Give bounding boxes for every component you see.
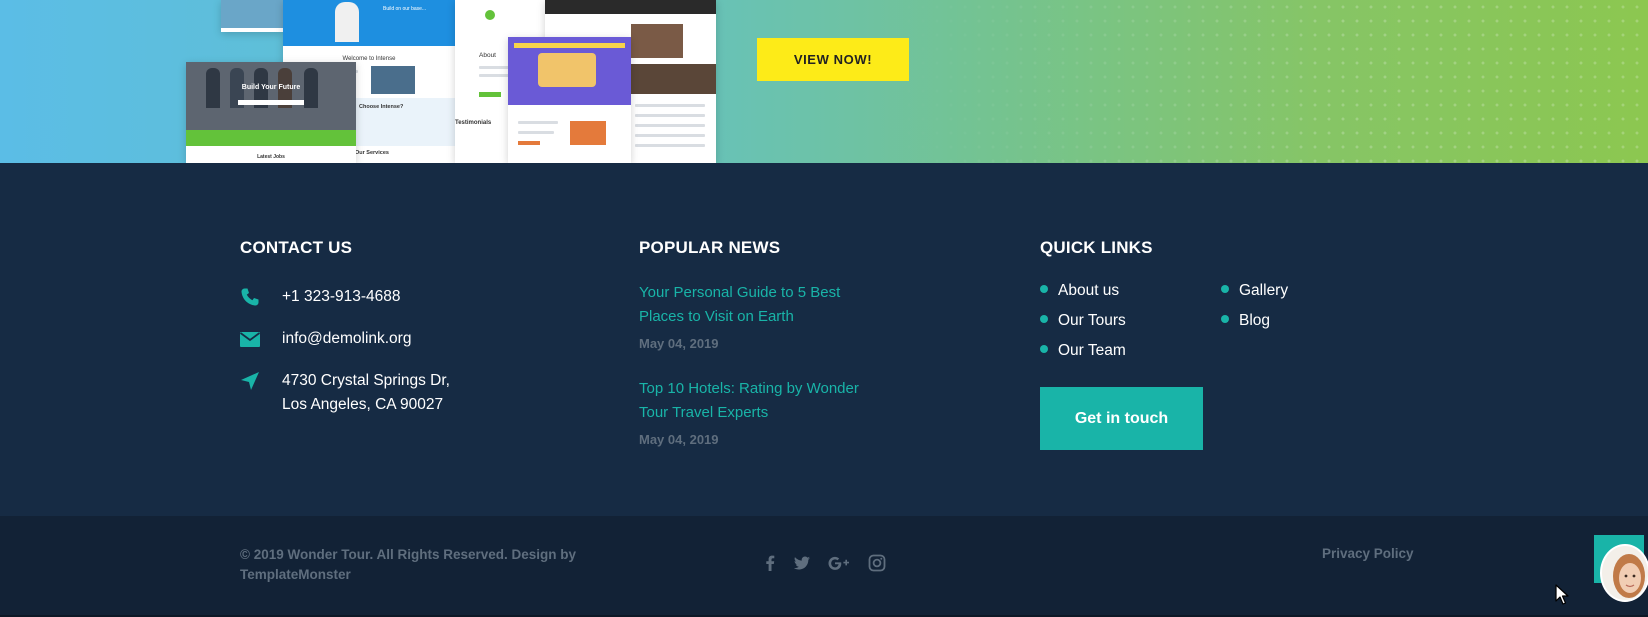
news-item-title[interactable]: Top 10 Hotels: Rating by Wonder Tour Tra… [639, 377, 869, 425]
quick-link-our-team[interactable]: Our Team [1040, 341, 1126, 361]
support-agent-avatar-icon [1602, 546, 1648, 600]
news-item-date: May 04, 2019 [639, 336, 719, 351]
footer-bottom-bar: © 2019 Wonder Tour. All Rights Reserved.… [0, 516, 1648, 617]
news-item-date: May 04, 2019 [639, 432, 719, 447]
location-arrow-icon [241, 372, 259, 390]
bullet-dot [1040, 345, 1048, 353]
quick-links-title: QUICK LINKS [1040, 238, 1153, 257]
quick-link-label: About us [1058, 282, 1120, 299]
quick-link-gallery[interactable]: Gallery [1221, 281, 1288, 301]
quick-link-blog[interactable]: Blog [1221, 311, 1270, 331]
phone-icon [241, 288, 259, 306]
get-in-touch-button[interactable]: Get in touch [1040, 387, 1203, 450]
quick-link-label: Our Team [1058, 342, 1126, 359]
site-footer: CONTACT US +1 323-913-4688 info@demolink… [0, 163, 1648, 516]
popular-news-title: POPULAR NEWS [639, 238, 781, 257]
mouse-cursor-icon [1555, 584, 1569, 605]
quick-link-label: Our Tours [1058, 312, 1126, 329]
address-line-2: Los Angeles, CA 90027 [282, 396, 444, 413]
template-preview-1 [221, 0, 283, 32]
facebook-icon[interactable] [761, 554, 779, 572]
bullet-dot [1221, 285, 1229, 293]
privacy-policy-link[interactable]: Privacy Policy [1322, 546, 1414, 561]
quick-link-label: Blog [1239, 312, 1271, 329]
google-plus-icon[interactable] [827, 554, 851, 572]
bullet-dot [1221, 315, 1229, 323]
quick-link-about-us[interactable]: About us [1040, 281, 1119, 301]
chat-avatar[interactable] [1600, 544, 1648, 602]
address-text: 4730 Crystal Springs Dr, Los Angeles, CA… [282, 369, 450, 417]
twitter-icon[interactable] [793, 554, 811, 572]
quick-link-our-tours[interactable]: Our Tours [1040, 311, 1126, 331]
copyright-text: © 2019 Wonder Tour. All Rights Reserved.… [240, 547, 577, 582]
address-line-1: 4730 Crystal Springs Dr, [282, 372, 450, 389]
template-preview-3: Build Your Future Latest Jobs [186, 62, 356, 163]
email-address[interactable]: info@demolink.org [282, 327, 411, 351]
phone-number[interactable]: +1 323-913-4688 [282, 285, 401, 309]
quick-link-label: Gallery [1239, 282, 1289, 299]
mail-icon [240, 332, 260, 347]
bullet-dot [1040, 315, 1048, 323]
bullet-dot [1040, 285, 1048, 293]
promo-banner: Build on our base... Welcome to Intense … [0, 0, 1648, 163]
news-item-title[interactable]: Your Personal Guide to 5 Best Places to … [639, 281, 869, 329]
template-preview-6 [508, 37, 631, 163]
view-now-button[interactable]: VIEW NOW! [757, 38, 909, 81]
instagram-icon[interactable] [868, 554, 886, 572]
contact-title: CONTACT US [240, 238, 353, 257]
